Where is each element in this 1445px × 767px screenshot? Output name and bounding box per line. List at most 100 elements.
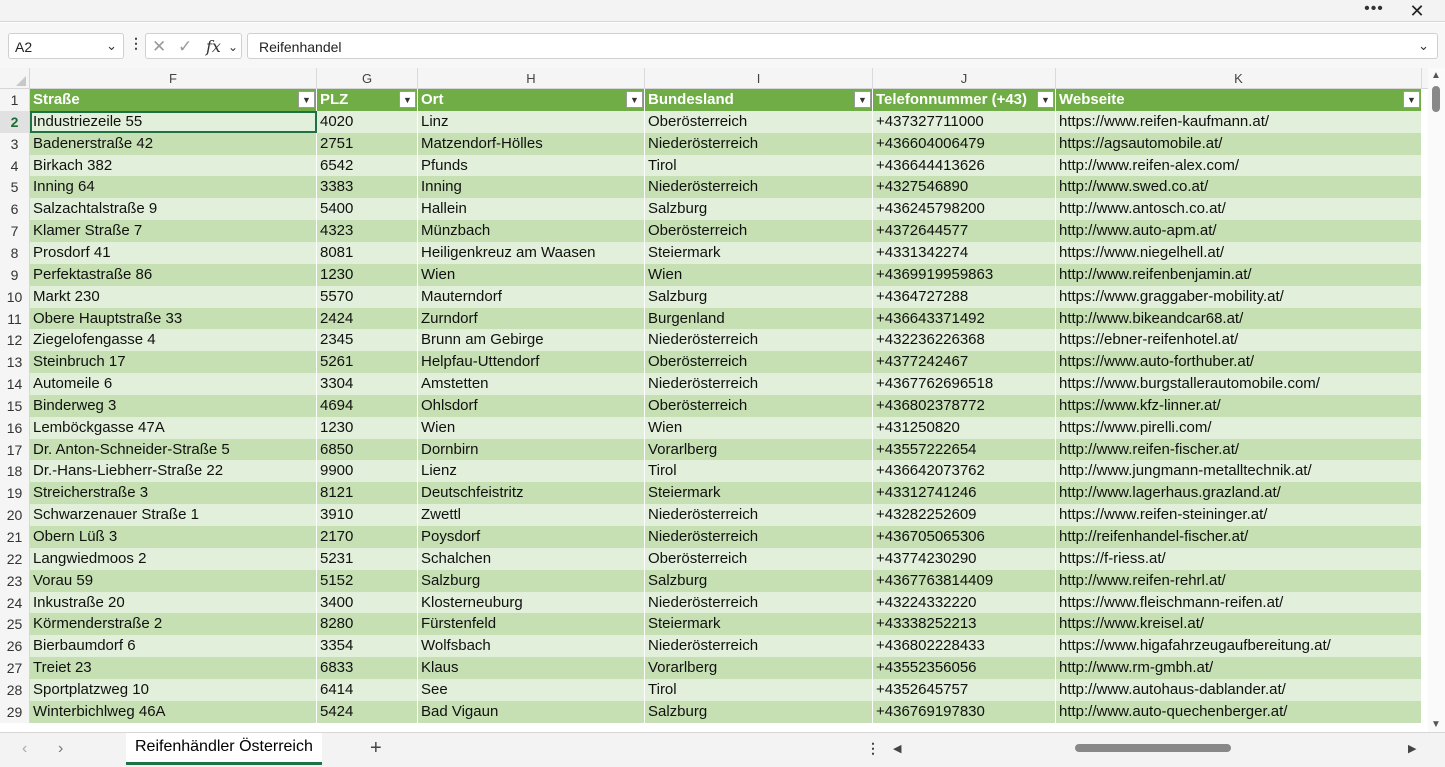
table-cell[interactable]: Wien [418, 263, 645, 286]
table-cell[interactable]: Brunn am Gebirge [418, 329, 645, 352]
table-header-cell[interactable]: Ort [418, 89, 645, 111]
table-header-cell[interactable]: Telefonnummer (+43) [873, 89, 1056, 111]
table-cell[interactable]: +43282252609 [873, 504, 1056, 527]
table-cell[interactable]: +4364727288 [873, 285, 1056, 308]
table-cell[interactable]: https://www.burgstallerautomobile.com/ [1056, 373, 1422, 396]
table-cell[interactable]: +436769197830 [873, 700, 1056, 723]
table-cell[interactable]: Oberösterreich [645, 394, 873, 417]
table-cell[interactable]: 2170 [317, 526, 418, 548]
table-cell[interactable]: +432236226368 [873, 329, 1056, 352]
table-cell[interactable]: Niederösterreich [645, 132, 873, 155]
table-cell[interactable]: 4694 [317, 394, 418, 417]
table-cell[interactable]: https://www.higafahrzeugaufbereitung.at/ [1056, 635, 1422, 658]
table-cell[interactable]: https://agsautomobile.at/ [1056, 132, 1422, 155]
table-cell[interactable]: Dornbirn [418, 438, 645, 461]
next-sheet-icon[interactable]: › [58, 740, 63, 758]
table-cell[interactable]: http://www.reifen-rehrl.at/ [1056, 569, 1422, 592]
table-cell[interactable]: +43224332220 [873, 591, 1056, 614]
table-cell[interactable]: https://www.kfz-linner.at/ [1056, 394, 1422, 417]
table-cell[interactable]: Salzburg [645, 569, 873, 592]
row-header[interactable]: 25 [0, 613, 30, 636]
table-cell[interactable]: Münzbach [418, 220, 645, 243]
table-cell[interactable]: Schwarzenauer Straße 1 [30, 504, 317, 527]
row-header[interactable]: 21 [0, 526, 30, 548]
column-header-j[interactable]: J [873, 68, 1056, 89]
table-cell[interactable]: Lienz [418, 460, 645, 483]
table-cell[interactable]: Vorarlberg [645, 657, 873, 680]
table-cell[interactable]: 5261 [317, 351, 418, 374]
table-cell[interactable]: Winterbichlweg 46A [30, 700, 317, 723]
row-header[interactable]: 26 [0, 635, 30, 658]
cancel-icon[interactable]: ✕ [152, 37, 166, 57]
row-header[interactable]: 12 [0, 329, 30, 352]
table-cell[interactable]: Markt 230 [30, 285, 317, 308]
table-cell[interactable]: Oberösterreich [645, 110, 873, 133]
table-cell[interactable]: 5424 [317, 700, 418, 723]
table-cell[interactable]: Steiermark [645, 613, 873, 636]
table-cell[interactable]: 3354 [317, 635, 418, 658]
table-cell[interactable]: http://www.rm-gmbh.at/ [1056, 657, 1422, 680]
row-header[interactable]: 3 [0, 132, 30, 155]
table-cell[interactable]: http://www.reifen-fischer.at/ [1056, 438, 1422, 461]
table-cell[interactable]: +4372644577 [873, 220, 1056, 243]
table-cell[interactable]: 5570 [317, 285, 418, 308]
table-cell[interactable]: See [418, 678, 645, 701]
table-cell[interactable]: +436644413626 [873, 154, 1056, 177]
row-header[interactable]: 14 [0, 373, 30, 396]
filter-dropdown-icon[interactable]: ▼ [854, 91, 871, 108]
table-cell[interactable]: https://f-riess.at/ [1056, 547, 1422, 570]
table-cell[interactable]: Poysdorf [418, 526, 645, 548]
table-cell[interactable]: Lemböckgasse 47A [30, 416, 317, 439]
row-header[interactable]: 7 [0, 220, 30, 243]
table-cell[interactable]: Langwiedmoos 2 [30, 547, 317, 570]
table-cell[interactable]: http://www.swed.co.at/ [1056, 176, 1422, 199]
more-options-icon[interactable]: ••• [1362, 1, 1386, 20]
table-cell[interactable]: Inning 64 [30, 176, 317, 199]
table-cell[interactable]: 2424 [317, 307, 418, 330]
table-cell[interactable]: +4352645757 [873, 678, 1056, 701]
row-header[interactable]: 6 [0, 198, 30, 221]
table-cell[interactable]: Hallein [418, 198, 645, 221]
table-cell[interactable]: +43774230290 [873, 547, 1056, 570]
row-header[interactable]: 15 [0, 394, 30, 417]
table-cell[interactable]: Tirol [645, 678, 873, 701]
table-header-cell[interactable]: Straße [30, 89, 317, 111]
table-cell[interactable]: Dr. Anton-Schneider-Straße 5 [30, 438, 317, 461]
table-cell[interactable]: +43338252213 [873, 613, 1056, 636]
table-cell[interactable]: 4323 [317, 220, 418, 243]
table-cell[interactable]: Fürstenfeld [418, 613, 645, 636]
spreadsheet-grid[interactable]: FGHIJK 1 Straße ▼ PLZ ▼ Ort ▼ Bundesland ▼ Telefo… [0, 68, 1428, 732]
scroll-up-icon[interactable]: ▲ [1431, 70, 1441, 81]
table-cell[interactable]: Ziegelofengasse 4 [30, 329, 317, 352]
row-header[interactable]: 29 [0, 700, 30, 723]
table-cell[interactable]: https://www.auto-forthuber.at/ [1056, 351, 1422, 374]
table-cell[interactable]: Salzachtalstraße 9 [30, 198, 317, 221]
close-icon[interactable]: ✕ [1405, 1, 1429, 21]
table-cell[interactable]: +436705065306 [873, 526, 1056, 548]
table-header-cell[interactable]: Bundesland [645, 89, 873, 111]
table-cell[interactable]: Salzburg [645, 198, 873, 221]
row-header[interactable]: 9 [0, 263, 30, 286]
table-cell[interactable]: Zurndorf [418, 307, 645, 330]
table-cell[interactable]: Deutschfeistritz [418, 482, 645, 505]
row-header[interactable]: 2 [0, 110, 30, 133]
table-cell[interactable]: http://www.auto-apm.at/ [1056, 220, 1422, 243]
table-cell[interactable]: +436245798200 [873, 198, 1056, 221]
scroll-left-icon[interactable]: ◀ [893, 742, 901, 755]
table-cell[interactable]: Oberösterreich [645, 351, 873, 374]
filter-dropdown-icon[interactable]: ▼ [1403, 91, 1420, 108]
table-cell[interactable]: http://www.bikeandcar68.at/ [1056, 307, 1422, 330]
table-cell[interactable]: 3400 [317, 591, 418, 614]
row-header[interactable]: 23 [0, 569, 30, 592]
insert-function-icon[interactable]: fx [206, 37, 221, 56]
scroll-right-icon[interactable]: ▶ [1408, 742, 1416, 755]
table-cell[interactable]: Binderweg 3 [30, 394, 317, 417]
row-header[interactable]: 1 [0, 89, 30, 111]
filter-dropdown-icon[interactable]: ▼ [399, 91, 416, 108]
table-cell[interactable]: 2751 [317, 132, 418, 155]
table-cell[interactable]: Steinbruch 17 [30, 351, 317, 374]
table-cell[interactable]: Prosdorf 41 [30, 241, 317, 264]
table-cell[interactable]: 9900 [317, 460, 418, 483]
table-cell[interactable]: +43312741246 [873, 482, 1056, 505]
table-cell[interactable]: +4367763814409 [873, 569, 1056, 592]
